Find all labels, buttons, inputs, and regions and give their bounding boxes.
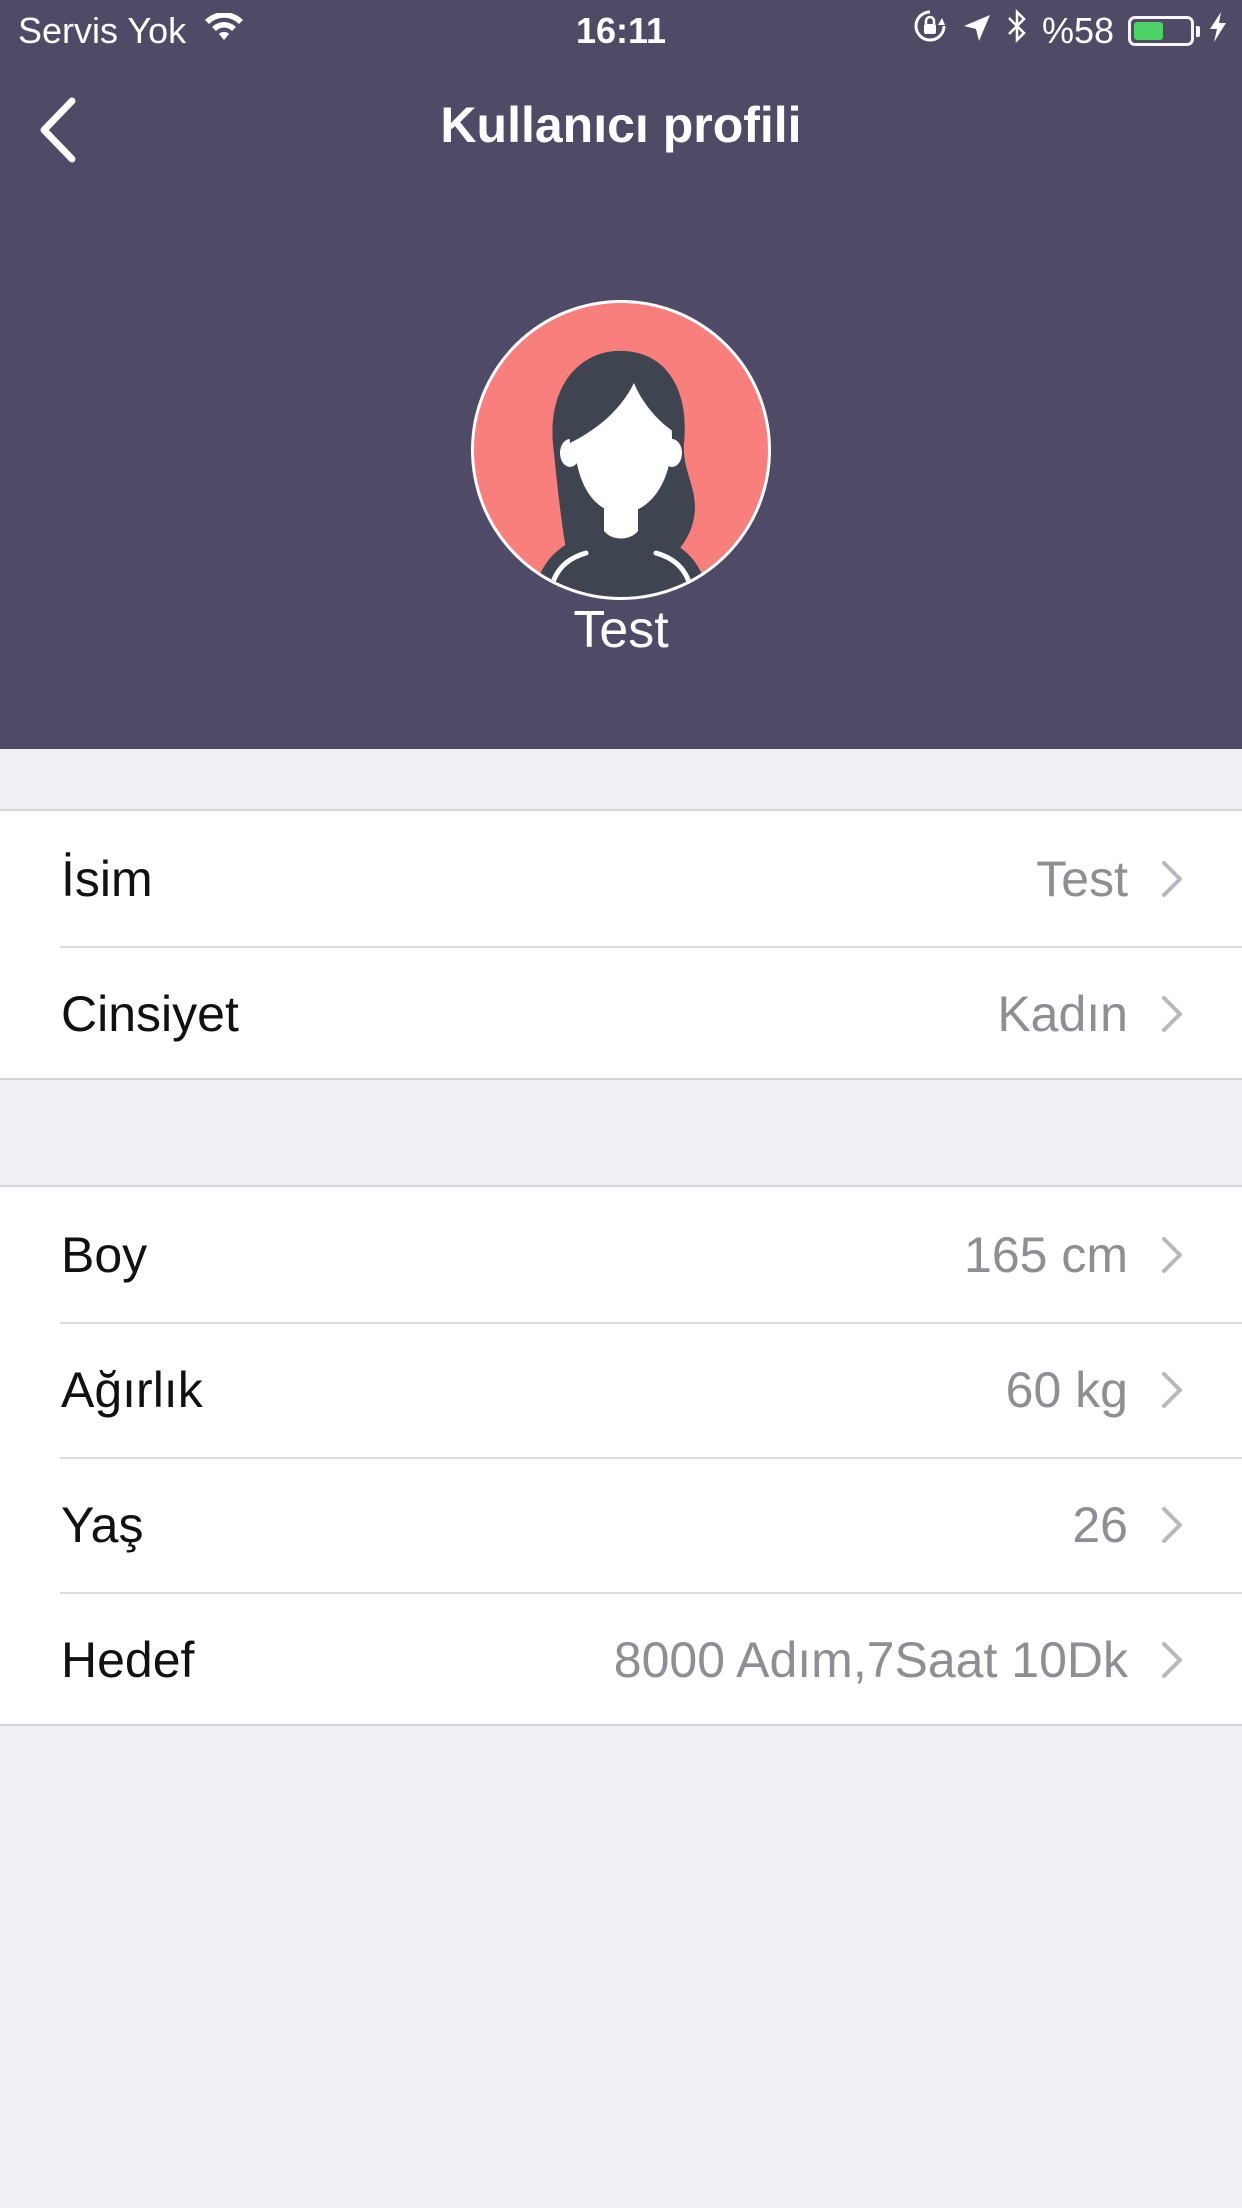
chevron-right-icon bbox=[1157, 1503, 1187, 1547]
chevron-right-icon bbox=[1157, 1638, 1187, 1682]
body-metrics-group: Boy 165 cm Ağırlık 60 kg Yaş 26 Hedef 80… bbox=[0, 1185, 1242, 1726]
location-arrow-icon bbox=[962, 10, 992, 52]
row-value: 8000 Adım,7Saat 10Dk bbox=[613, 1631, 1128, 1688]
profile-name: Test bbox=[573, 601, 669, 659]
row-label: İsim bbox=[61, 850, 153, 907]
row-goal[interactable]: Hedef 8000 Adım,7Saat 10Dk bbox=[0, 1592, 1242, 1727]
female-avatar-icon bbox=[534, 350, 708, 597]
row-value: 26 bbox=[1072, 1496, 1128, 1553]
row-value: Kadın bbox=[997, 985, 1128, 1042]
row-label: Ağırlık bbox=[61, 1361, 203, 1418]
row-gender[interactable]: Cinsiyet Kadın bbox=[0, 946, 1242, 1081]
page-title: Kullanıcı profili bbox=[440, 97, 802, 153]
avatar[interactable] bbox=[471, 300, 771, 600]
profile-header: Servis Yok 16:11 %58 Kullanıcı profili T… bbox=[0, 0, 1242, 749]
chevron-right-icon bbox=[1157, 1368, 1187, 1412]
charging-bolt-icon bbox=[1208, 10, 1228, 52]
status-bar: Servis Yok 16:11 %58 bbox=[0, 0, 1242, 62]
row-name[interactable]: İsim Test bbox=[0, 811, 1242, 946]
personal-info-group: İsim Test Cinsiyet Kadın bbox=[0, 809, 1242, 1080]
row-value: Test bbox=[1036, 850, 1128, 907]
bluetooth-icon bbox=[1006, 8, 1028, 52]
row-height[interactable]: Boy 165 cm bbox=[0, 1187, 1242, 1322]
row-weight[interactable]: Ağırlık 60 kg bbox=[0, 1322, 1242, 1457]
row-label: Boy bbox=[61, 1226, 148, 1283]
chevron-right-icon bbox=[1157, 1233, 1187, 1277]
row-value: 165 cm bbox=[964, 1226, 1128, 1283]
row-age[interactable]: Yaş 26 bbox=[0, 1457, 1242, 1592]
status-right: %58 bbox=[912, 8, 1228, 53]
row-label: Hedef bbox=[61, 1631, 195, 1688]
row-label: Yaş bbox=[61, 1496, 144, 1553]
chevron-right-icon bbox=[1157, 992, 1187, 1036]
battery-percent: %58 bbox=[1041, 9, 1114, 51]
row-label: Cinsiyet bbox=[61, 985, 239, 1042]
chevron-right-icon bbox=[1157, 857, 1187, 901]
battery-level bbox=[1134, 21, 1163, 40]
battery-icon bbox=[1128, 15, 1200, 46]
orientation-lock-icon bbox=[912, 8, 948, 53]
row-value: 60 kg bbox=[1005, 1361, 1128, 1418]
